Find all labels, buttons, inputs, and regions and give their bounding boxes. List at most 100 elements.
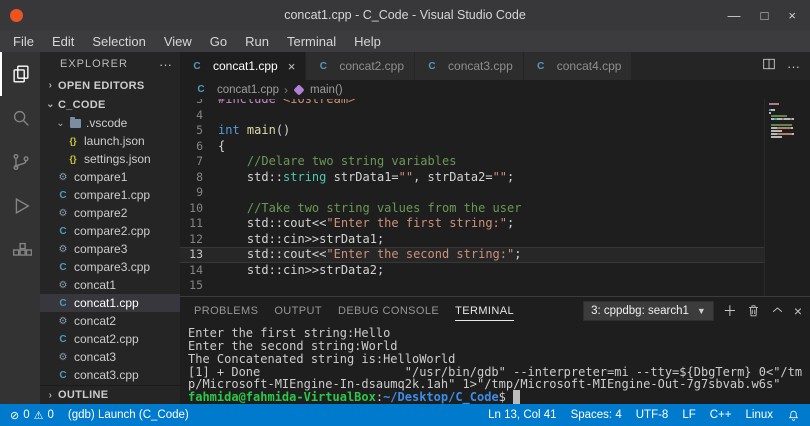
file-item-concat2[interactable]: ⚙ concat2 [40,312,180,330]
file-item-.vscode[interactable]: ⌄ .vscode [40,114,180,132]
tab-concat4.cpp[interactable]: Cconcat4.cpp [523,52,633,80]
cpp-icon: C [59,333,67,345]
menu-help[interactable]: Help [345,34,390,49]
window-close-orb-button[interactable] [10,8,23,22]
menu-run[interactable]: Run [236,34,278,49]
code-line[interactable]: 9 [180,185,810,201]
tab-label: concat1.cpp [213,59,278,73]
new-terminal-icon[interactable]: ＋ [723,304,737,318]
panel-tab-output[interactable]: OUTPUT [274,300,322,321]
window-controls: — □ × [728,9,810,22]
close-icon[interactable]: × [788,9,796,22]
file-item-concat3.cpp[interactable]: Cconcat3.cpp [40,366,180,384]
menu-go[interactable]: Go [201,34,236,49]
file-item-launch.json[interactable]: {} launch.json [40,132,180,150]
status-language-mode[interactable]: C++ [710,409,732,421]
open-editors-section[interactable]: › OPEN EDITORS [40,76,180,95]
problems-indicator[interactable]: ⊘ 0 ⚠ 0 [10,409,54,422]
code-line[interactable]: 3 #include <iostream> [180,99,810,108]
debug-launch-status[interactable]: (gdb) Launch (C_Code) [68,409,189,421]
terminal-output[interactable]: Enter the first string:Hello Enter the se… [180,324,810,404]
menu-selection[interactable]: Selection [83,34,154,49]
panel-tab-problems[interactable]: PROBLEMS [194,300,258,321]
tab-concat2.cpp[interactable]: Cconcat2.cpp [306,52,416,80]
tab-concat1.cpp[interactable]: Cconcat1.cpp × [180,52,307,80]
menu-view[interactable]: View [155,34,201,49]
menu-file[interactable]: File [4,34,43,49]
outline-section[interactable]: › OUTLINE [40,385,180,404]
panel-tab-terminal[interactable]: TERMINAL [455,300,514,322]
menubar: File Edit Selection View Go Run Terminal Help [0,30,810,52]
cpp-file-icon: C [537,60,545,72]
close-icon[interactable]: × [288,59,296,74]
code-line[interactable]: 4 [180,108,810,124]
activity-run-debug[interactable] [0,184,40,228]
kill-terminal-icon[interactable] [746,303,761,318]
activity-source-control[interactable] [0,140,40,184]
code-line[interactable]: 8 std::string strData1="", strData2=""; [180,170,810,186]
minimize-icon[interactable]: — [728,9,741,22]
code-lines: 3 #include <iostream> 4 5 int main() 6{7 //De… [180,99,810,294]
activity-search[interactable] [0,96,40,140]
file-item-compare3[interactable]: ⚙ compare3 [40,240,180,258]
panel-tab-debug-console[interactable]: DEBUG CONSOLE [338,300,439,321]
menu-edit[interactable]: Edit [43,34,83,49]
notifications-bell-icon[interactable] [787,409,800,422]
code-line[interactable]: 13 std::cout<<"Enter the second string:"… [180,247,810,263]
code-text: #include <iostream> [218,99,356,106]
code-line[interactable]: 10 //Take two string values from the use… [180,201,810,217]
split-editor-icon[interactable] [761,56,777,77]
file-label: compare3 [74,242,128,256]
code-text: //Take two string values from the user [218,200,522,215]
file-item-concat1.cpp[interactable]: Cconcat1.cpp [40,294,180,312]
status-os-indicator[interactable]: Linux [746,409,774,421]
file-item-compare2.cpp[interactable]: Ccompare2.cpp [40,222,180,240]
code-line[interactable]: 11 std::cout<<"Enter the first string:"; [180,216,810,232]
activity-explorer[interactable] [0,52,40,96]
code-line[interactable]: 15 [180,278,810,294]
more-actions-icon[interactable]: ··· [159,57,172,72]
file-label: concat1 [74,278,117,292]
tab-concat3.cpp[interactable]: Cconcat3.cpp [415,52,524,80]
maximize-panel-icon[interactable] [770,303,785,318]
file-item-concat3[interactable]: ⚙ concat3 [40,348,180,366]
editor-region: Cconcat1.cpp × Cconcat2.cpp Cconcat3.cpp Cco… [180,52,810,404]
file-item-concat2.cpp[interactable]: Cconcat2.cpp [40,330,180,348]
status-indentation[interactable]: Spaces: 4 [571,409,622,421]
status-eol[interactable]: LF [682,409,695,421]
chevron-right-icon: › [48,80,53,91]
code-line[interactable]: 12 std::cin>>strData1; [180,232,810,248]
code-line[interactable]: 7 //Delare two string variables [180,154,810,170]
breadcrumb[interactable]: C concat1.cpp › main() [180,80,810,99]
activity-extensions[interactable] [0,228,40,272]
file-label: settings.json [84,152,151,166]
file-item-compare2[interactable]: ⚙ compare2 [40,204,180,222]
file-item-settings.json[interactable]: {} settings.json [40,150,180,168]
file-item-compare3.cpp[interactable]: Ccompare3.cpp [40,258,180,276]
symbol-method-icon [293,83,305,96]
breadcrumb-symbol[interactable]: main() [310,84,343,96]
more-actions-icon[interactable]: ··· [787,59,800,74]
file-item-compare1[interactable]: ⚙ compare1 [40,168,180,186]
explorer-sidebar: EXPLORER ··· › OPEN EDITORS ⌄ C_CODE ⌄ .v… [40,52,180,404]
file-item-concat1[interactable]: ⚙ concat1 [40,276,180,294]
file-item-compare1.cpp[interactable]: Ccompare1.cpp [40,186,180,204]
code-line[interactable]: 6{ [180,139,810,155]
maximize-icon[interactable]: □ [761,9,769,22]
status-encoding[interactable]: UTF-8 [636,409,669,421]
code-editor[interactable]: 3 #include <iostream> 4 5 int main() 6{7 //De… [180,99,810,297]
breadcrumb-file[interactable]: concat1.cpp [217,84,279,96]
close-panel-icon[interactable]: × [794,304,802,318]
folder-root-section[interactable]: ⌄ C_CODE [40,95,180,114]
minimap[interactable] [764,99,810,297]
chevron-down-icon: ▼ [696,305,706,316]
status-cursor-position[interactable]: Ln 13, Col 41 [488,409,556,421]
sidebar-title: EXPLORER [60,58,128,70]
menu-terminal[interactable]: Terminal [278,34,345,49]
code-line[interactable]: 5 int main() [180,123,810,139]
terminal-picker-dropdown[interactable]: 3: cppdbg: search1 ▼ [583,300,714,321]
line-number: 3 [196,99,203,106]
run-debug-icon [10,195,32,217]
code-text: int main() [218,123,291,137]
code-line[interactable]: 14 std::cin>>strData2; [180,263,810,279]
